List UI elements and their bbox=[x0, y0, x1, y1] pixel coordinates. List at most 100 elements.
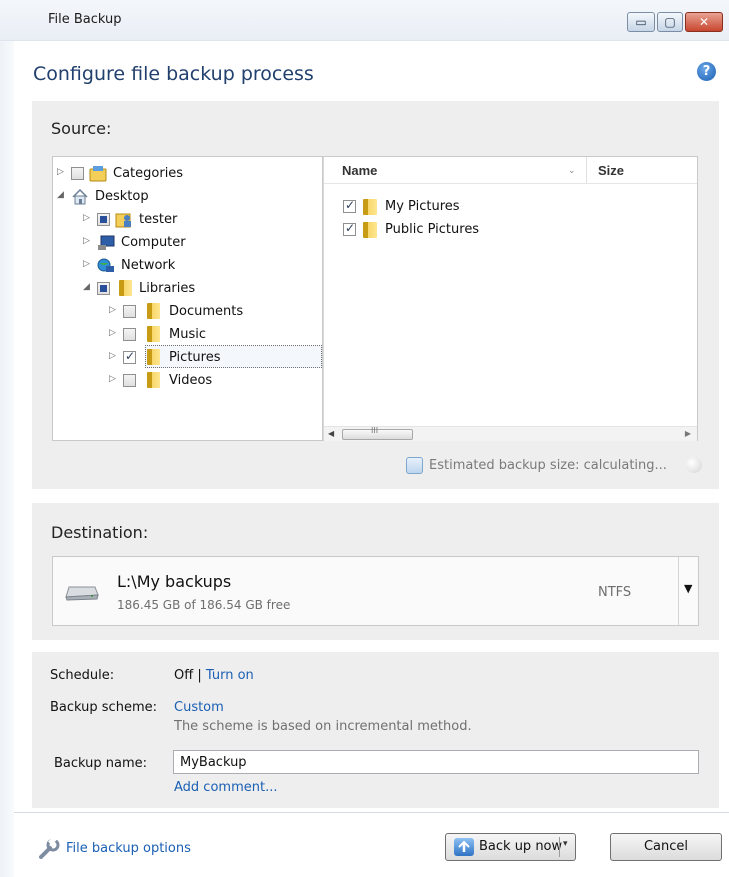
hard-drive-icon bbox=[65, 583, 99, 601]
estimated-size-text: Estimated backup size: calculating... bbox=[429, 458, 667, 473]
library-icon bbox=[119, 280, 132, 296]
cancel-button[interactable]: Cancel bbox=[610, 833, 722, 861]
scroll-left-icon[interactable]: ◀ bbox=[328, 427, 334, 441]
file-list[interactable]: Name ⌄ Size ✓ My Pictures ✓ Public Pictu… bbox=[323, 156, 698, 441]
backup-scheme-label: Backup scheme: bbox=[50, 700, 157, 715]
destination-path: L:\My backups bbox=[117, 572, 232, 591]
list-item[interactable]: ✓ Public Pictures bbox=[324, 219, 697, 241]
backup-name-label: Backup name: bbox=[54, 756, 148, 771]
collapse-icon[interactable]: ◢ bbox=[83, 282, 93, 292]
home-icon bbox=[71, 188, 89, 205]
scroll-right-icon[interactable]: ▶ bbox=[685, 427, 691, 441]
expand-icon[interactable]: ▷ bbox=[57, 167, 67, 177]
expand-icon[interactable]: ▷ bbox=[109, 328, 119, 338]
checkmark-icon: ✓ bbox=[345, 198, 356, 212]
chevron-down-icon[interactable]: ▼ bbox=[684, 582, 692, 595]
destination-selector[interactable]: L:\My backups 186.45 GB of 186.54 GB fre… bbox=[52, 556, 699, 626]
expand-icon[interactable]: ▷ bbox=[109, 374, 119, 384]
file-backup-options-link[interactable]: File backup options bbox=[66, 841, 191, 856]
title-bar[interactable]: File Backup ▭ ▢ ✕ bbox=[0, 0, 729, 41]
tree-checkbox[interactable] bbox=[97, 282, 110, 295]
window-left-edge bbox=[0, 0, 14, 877]
tree-checkbox[interactable]: ✓ bbox=[123, 349, 136, 364]
scheme-hint: The scheme is based on incremental metho… bbox=[174, 719, 472, 734]
backup-name-input[interactable] bbox=[173, 750, 699, 774]
maximize-icon: ▢ bbox=[664, 15, 676, 29]
close-icon: ✕ bbox=[698, 15, 710, 29]
destination-label: Destination: bbox=[51, 523, 149, 542]
schedule-value: Off | Turn on bbox=[174, 668, 254, 683]
tree-item-label: Libraries bbox=[139, 281, 196, 296]
estimated-size: Estimated backup size: calculating... bbox=[406, 456, 702, 476]
loading-spinner-icon bbox=[686, 457, 702, 473]
network-icon bbox=[97, 257, 115, 274]
file-checkbox[interactable]: ✓ bbox=[343, 198, 356, 213]
minimize-button[interactable]: ▭ bbox=[627, 12, 655, 32]
categories-icon bbox=[89, 165, 107, 182]
folder-icon bbox=[147, 303, 160, 319]
destination-free-space: 186.45 GB of 186.54 GB free bbox=[117, 598, 291, 612]
folder-icon bbox=[147, 326, 160, 342]
source-panel: Source: ▷ Categories ◢ Desktop ▷ tester … bbox=[32, 101, 719, 489]
back-up-now-label: Back up now bbox=[479, 839, 563, 854]
scroll-thumb[interactable]: III bbox=[342, 426, 413, 440]
scroll-grip: III bbox=[371, 426, 379, 435]
tree-checkbox[interactable] bbox=[123, 305, 136, 318]
tree-checkbox[interactable] bbox=[123, 328, 136, 341]
options-panel: Schedule: Off | Turn on Backup scheme: C… bbox=[32, 652, 719, 808]
tree-checkbox[interactable] bbox=[123, 374, 136, 387]
column-size-header[interactable]: Size bbox=[598, 163, 624, 178]
checkmark-icon: ✓ bbox=[125, 349, 136, 363]
tree-item-label: Pictures bbox=[169, 350, 221, 365]
collapse-icon[interactable]: ◢ bbox=[57, 190, 67, 200]
turn-on-link[interactable]: Turn on bbox=[206, 668, 254, 683]
expand-icon[interactable]: ▷ bbox=[83, 213, 93, 223]
close-button[interactable]: ✕ bbox=[685, 12, 723, 32]
folder-icon bbox=[363, 199, 377, 215]
source-label: Source: bbox=[51, 119, 112, 138]
sort-arrow-icon: ⌄ bbox=[568, 166, 576, 176]
folder-icon bbox=[147, 372, 160, 388]
tree-item-label: Network bbox=[121, 258, 176, 273]
list-item[interactable]: ✓ My Pictures bbox=[324, 196, 697, 218]
tree-checkbox[interactable] bbox=[71, 167, 84, 180]
page-title: Configure file backup process bbox=[33, 63, 314, 85]
expand-icon[interactable]: ▷ bbox=[109, 305, 119, 315]
help-icon[interactable]: ? bbox=[697, 62, 716, 81]
column-name-header[interactable]: Name bbox=[342, 163, 377, 178]
estimate-icon bbox=[406, 457, 423, 474]
schedule-label: Schedule: bbox=[50, 668, 115, 683]
file-name: My Pictures bbox=[385, 199, 460, 214]
maximize-button[interactable]: ▢ bbox=[657, 12, 683, 32]
tree-item-label: Desktop bbox=[95, 189, 149, 204]
schedule-state: Off bbox=[174, 668, 194, 683]
horizontal-scrollbar[interactable]: ◀ III ▶ bbox=[324, 426, 697, 441]
expand-icon[interactable]: ▷ bbox=[109, 351, 119, 361]
destination-panel: Destination: L:\My backups 186.45 GB of … bbox=[32, 503, 719, 640]
tree-checkbox[interactable] bbox=[97, 213, 110, 226]
chevron-down-icon[interactable]: ▾ bbox=[563, 839, 568, 849]
list-header: Name ⌄ Size bbox=[324, 157, 697, 184]
tree-item-label: Categories bbox=[113, 166, 184, 181]
file-backup-window: File Backup ▭ ▢ ✕ Configure file backup … bbox=[0, 0, 729, 877]
split-divider bbox=[559, 837, 560, 857]
window-title: File Backup bbox=[48, 12, 122, 27]
footer: File backup options Back up now ▾ Cancel bbox=[14, 812, 729, 877]
computer-icon bbox=[97, 234, 115, 251]
backup-icon bbox=[454, 838, 474, 856]
folder-icon bbox=[147, 349, 160, 365]
tree-item-label: Videos bbox=[169, 373, 213, 388]
file-name: Public Pictures bbox=[385, 222, 480, 237]
expand-icon[interactable]: ▷ bbox=[83, 236, 93, 246]
expand-icon[interactable]: ▷ bbox=[83, 259, 93, 269]
custom-scheme-link[interactable]: Custom bbox=[174, 700, 224, 715]
folder-icon bbox=[363, 222, 377, 238]
add-comment-link[interactable]: Add comment... bbox=[174, 780, 277, 795]
minimize-icon: ▭ bbox=[635, 15, 647, 29]
checkmark-icon: ✓ bbox=[345, 221, 356, 235]
back-up-now-button[interactable]: Back up now ▾ bbox=[445, 833, 576, 861]
column-divider[interactable] bbox=[586, 157, 587, 183]
filesystem-label: NTFS bbox=[598, 585, 632, 600]
source-tree[interactable]: ▷ Categories ◢ Desktop ▷ tester ▷ Comput… bbox=[52, 156, 323, 441]
file-checkbox[interactable]: ✓ bbox=[343, 221, 356, 236]
